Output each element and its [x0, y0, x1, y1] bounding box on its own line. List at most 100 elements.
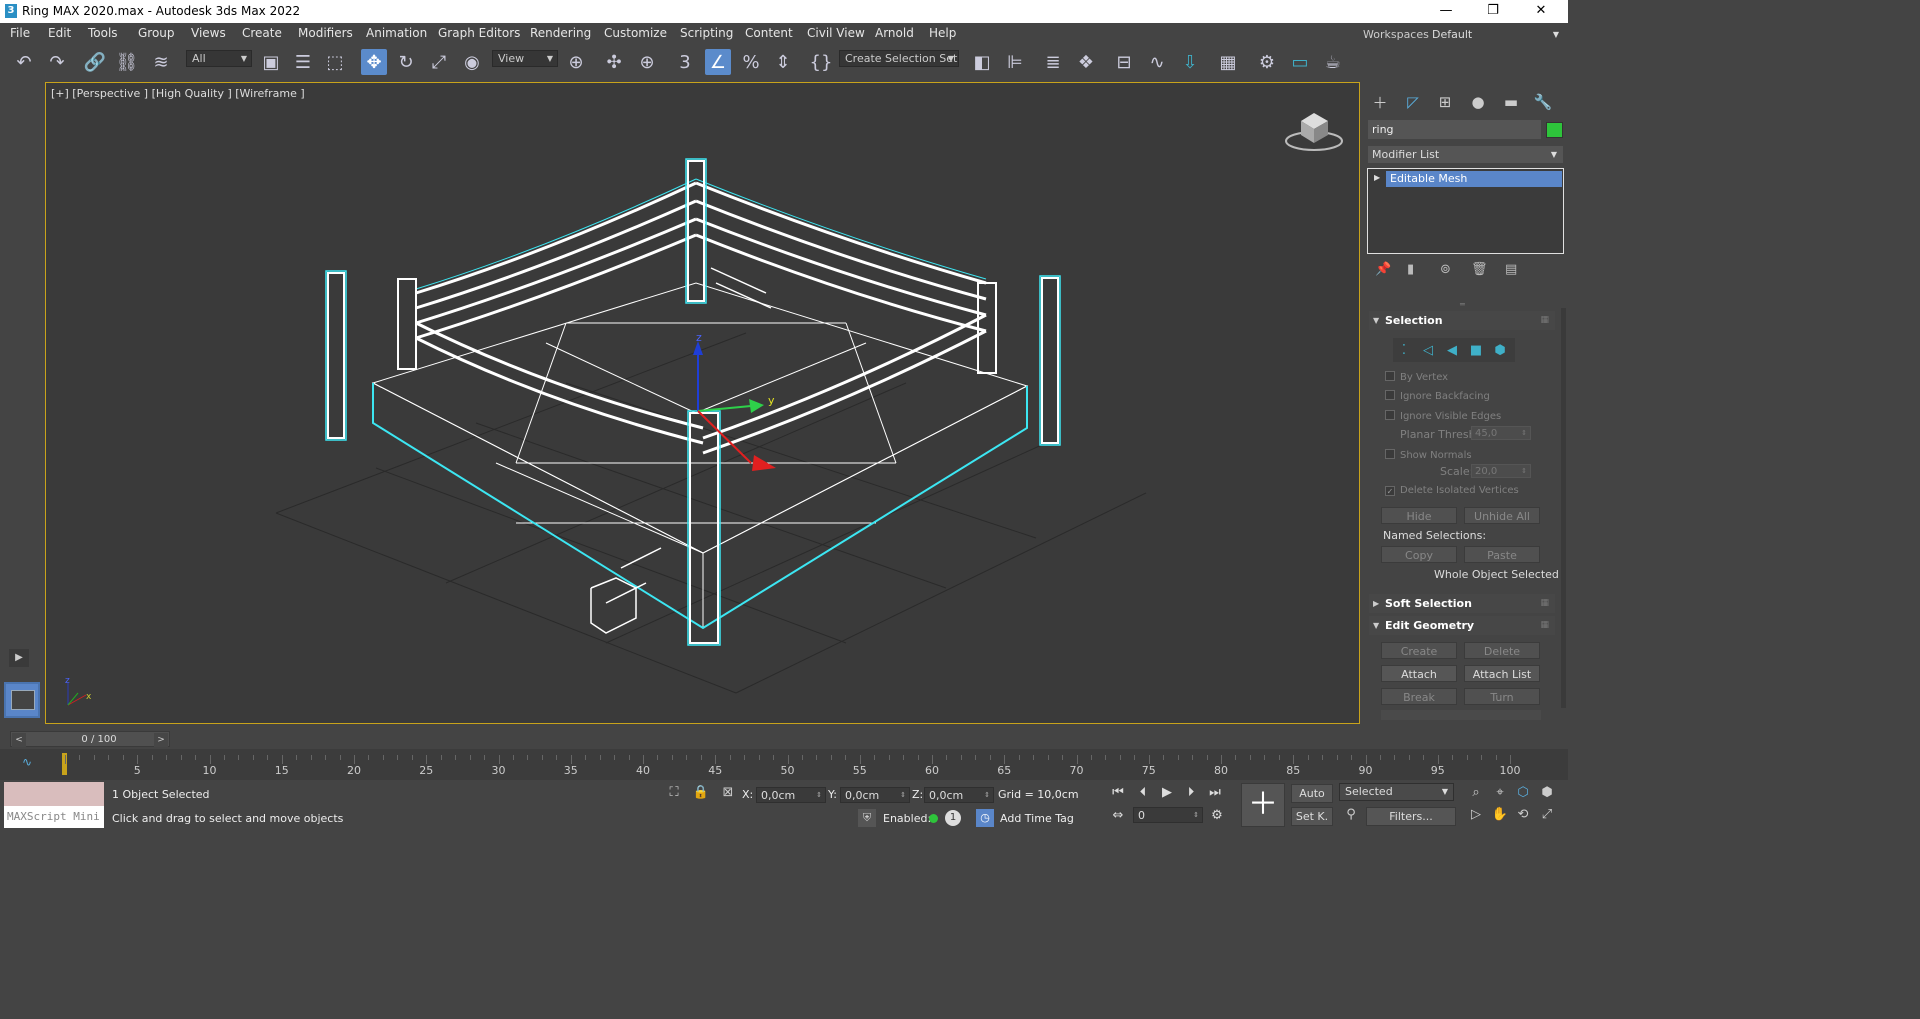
reference-coord-dropdown[interactable]: View ▼	[492, 50, 558, 67]
info-icon[interactable]: 1	[945, 810, 961, 826]
element-icon[interactable]: ⬢	[1489, 340, 1511, 360]
menu-scripting[interactable]: Scripting	[680, 26, 733, 40]
display-tab-icon[interactable]: ▬	[1500, 91, 1522, 113]
configure-sets-icon[interactable]: ▤	[1505, 262, 1517, 277]
pan-view-icon[interactable]: ✋	[1490, 807, 1510, 825]
menu-create[interactable]: Create	[242, 26, 282, 40]
key-filter-dropdown[interactable]: Selected ▼	[1339, 783, 1454, 801]
menu-civil-view[interactable]: Civil View	[807, 26, 865, 40]
spinner-snap-icon[interactable]: ⇕	[770, 49, 796, 75]
isolate-selection-icon[interactable]: ⛶	[664, 785, 684, 803]
keyboard-shortcut-icon[interactable]: ⊕	[634, 49, 660, 75]
time-slider-track[interactable]: < 0 / 100 >	[10, 731, 170, 747]
link-icon[interactable]: 🔗	[82, 49, 108, 75]
key-mode-icon[interactable]: ⇔	[1108, 806, 1128, 826]
previous-frame-icon[interactable]: ⏴	[1133, 783, 1153, 803]
menu-help[interactable]: Help	[929, 26, 956, 40]
orbit-icon[interactable]: ⟲	[1513, 807, 1533, 825]
absolute-mode-icon[interactable]: ⊠	[718, 785, 738, 803]
edit-named-selection-icon[interactable]: {}	[808, 49, 834, 75]
menu-arnold[interactable]: Arnold	[875, 26, 914, 40]
render-setup-icon[interactable]: ⚙	[1254, 49, 1280, 75]
select-object-icon[interactable]: ▣	[258, 49, 284, 75]
attach-button[interactable]: Attach	[1381, 665, 1457, 682]
zoom-all-icon[interactable]: ⌖	[1490, 785, 1510, 803]
motion-tab-icon[interactable]: ●	[1467, 91, 1489, 113]
vertex-icon[interactable]: ⁚	[1393, 340, 1415, 360]
curve-editor-mini-icon[interactable]: ∿	[22, 755, 32, 769]
command-panel-scrollbar[interactable]	[1561, 308, 1566, 708]
copy-button[interactable]: Copy	[1381, 546, 1457, 563]
viewport-layout-tab[interactable]	[4, 682, 40, 718]
menu-views[interactable]: Views	[191, 26, 226, 40]
select-and-rotate-icon[interactable]: ↻	[393, 49, 419, 75]
angle-snap-icon[interactable]: ∠	[705, 49, 731, 75]
named-selection-dropdown[interactable]: Create Selection Set ▼	[839, 50, 959, 67]
attach-list-button[interactable]: Attach List	[1464, 665, 1540, 682]
make-unique-icon[interactable]: ⊚	[1440, 262, 1451, 277]
time-tag-icon[interactable]: ◷	[976, 809, 994, 827]
maxscript-mini-input[interactable]: MAXScript Mini	[4, 806, 104, 828]
break-button[interactable]: Break	[1381, 688, 1457, 705]
show-end-result-icon[interactable]: ▮	[1407, 262, 1414, 277]
restore-button[interactable]: ❐	[1470, 0, 1516, 23]
go-to-start-icon[interactable]: ⏮	[1108, 783, 1128, 803]
rendered-frame-window-icon[interactable]: ▭	[1287, 49, 1313, 75]
select-and-move-icon[interactable]: ✥	[361, 49, 387, 75]
create-button[interactable]: Create	[1381, 642, 1457, 659]
curve-editor-icon[interactable]: ∿	[1144, 49, 1170, 75]
hierarchy-tab-icon[interactable]: ⊞	[1434, 91, 1456, 113]
layer-explorer-icon[interactable]: ❖	[1073, 49, 1099, 75]
turn-button[interactable]: Turn	[1464, 688, 1540, 705]
create-tab-icon[interactable]: ＋	[1369, 91, 1391, 113]
show-normals-checkbox[interactable]: Show Normals	[1385, 449, 1472, 461]
menu-file[interactable]: File	[10, 26, 30, 40]
field-of-view-icon[interactable]: ▷	[1466, 807, 1486, 825]
face-icon[interactable]: ◀	[1441, 340, 1463, 360]
select-and-place-icon[interactable]: ◉	[459, 49, 485, 75]
redo-icon[interactable]: ↷	[44, 49, 70, 75]
play-icon[interactable]: ▶	[1157, 783, 1177, 803]
maxscript-listener-top[interactable]	[4, 782, 104, 806]
menu-customize[interactable]: Customize	[604, 26, 667, 40]
menu-tools[interactable]: Tools	[88, 26, 118, 40]
toggle-ribbon-icon[interactable]: ⊟	[1111, 49, 1137, 75]
viewcube[interactable]	[1285, 113, 1343, 151]
snaps-toggle-icon[interactable]: 3	[672, 49, 698, 75]
time-next-button[interactable]: >	[154, 733, 168, 747]
delete-isolated-checkbox[interactable]: ✓ Delete Isolated Vertices	[1385, 485, 1519, 496]
rectangular-region-icon[interactable]: ⬚	[322, 49, 348, 75]
zoom-extents-icon[interactable]: ⬡	[1513, 785, 1533, 803]
align-icon[interactable]: ⊫	[1002, 49, 1028, 75]
unhide-all-button[interactable]: Unhide All	[1464, 507, 1540, 524]
modifier-list-dropdown[interactable]: Modifier List ▼	[1368, 146, 1563, 163]
expand-arrow-icon[interactable]: ▶	[1374, 173, 1380, 182]
ignore-visible-edges-checkbox[interactable]: Ignore Visible Edges	[1385, 410, 1501, 422]
object-color-swatch[interactable]	[1546, 122, 1563, 138]
menu-graph-editors[interactable]: Graph Editors	[438, 26, 520, 40]
bind-space-warp-icon[interactable]: ≋	[148, 49, 174, 75]
menu-content[interactable]: Content	[745, 26, 793, 40]
mirror-icon[interactable]: ◧	[969, 49, 995, 75]
perspective-viewport[interactable]: [+] [Perspective ] [High Quality ] [Wire…	[45, 82, 1360, 724]
key-filters-icon[interactable]: ⚲	[1340, 807, 1362, 826]
undo-icon[interactable]: ↶	[11, 49, 37, 75]
zoom-extents-all-icon[interactable]: ⬢	[1537, 785, 1557, 803]
dope-sheet-icon[interactable]: ⇩	[1177, 49, 1203, 75]
scene-explorer-icon[interactable]: ≣	[1040, 49, 1066, 75]
workspaces-select[interactable]: Default ▼	[1429, 27, 1563, 43]
render-production-icon[interactable]: ☕	[1320, 49, 1346, 75]
minimize-button[interactable]: —	[1423, 0, 1469, 23]
menu-rendering[interactable]: Rendering	[530, 26, 591, 40]
selection-lock-icon[interactable]: 🔒	[691, 785, 711, 803]
stack-item-editable-mesh[interactable]: Editable Mesh	[1386, 171, 1562, 187]
material-editor-icon[interactable]: ▦	[1215, 49, 1241, 75]
menu-modifiers[interactable]: Modifiers	[298, 26, 353, 40]
edge-icon[interactable]: ◁	[1417, 340, 1439, 360]
time-prev-button[interactable]: <	[12, 733, 26, 747]
pivot-center-icon[interactable]: ⊕	[563, 49, 589, 75]
planar-thresh-spinner[interactable]: 45,0 ⇕	[1471, 426, 1531, 440]
select-manipulate-icon[interactable]: ✣	[601, 49, 627, 75]
pin-stack-icon[interactable]: 📌	[1375, 262, 1391, 277]
go-to-end-icon[interactable]: ⏭	[1205, 783, 1225, 803]
